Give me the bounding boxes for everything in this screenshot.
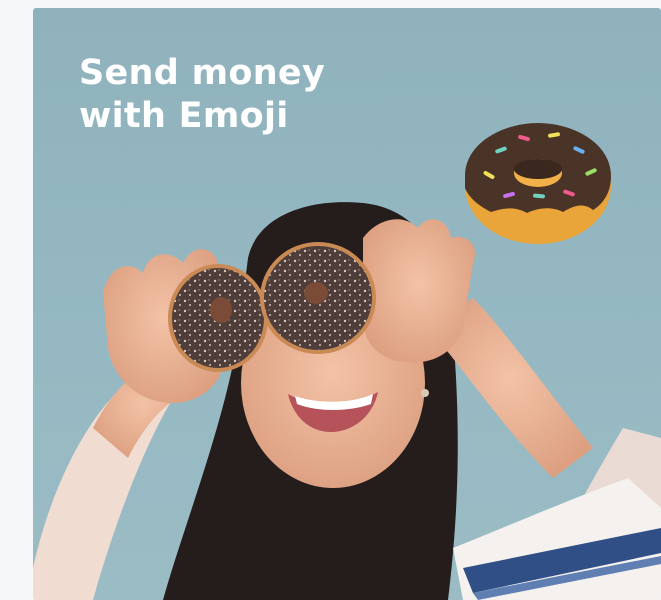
donut-right: [260, 242, 376, 354]
donut-emoji-icon: [465, 123, 611, 244]
promo-headline: Send money with Emoji: [79, 52, 325, 138]
embroidered-sleeve: [453, 478, 661, 600]
headline-line-2: with Emoji: [79, 96, 289, 136]
promo-card[interactable]: Send money with Emoji: [33, 8, 661, 600]
headline-line-1: Send money: [79, 53, 326, 93]
page-background: Send money with Emoji: [0, 0, 661, 600]
donut-left: [168, 264, 268, 372]
